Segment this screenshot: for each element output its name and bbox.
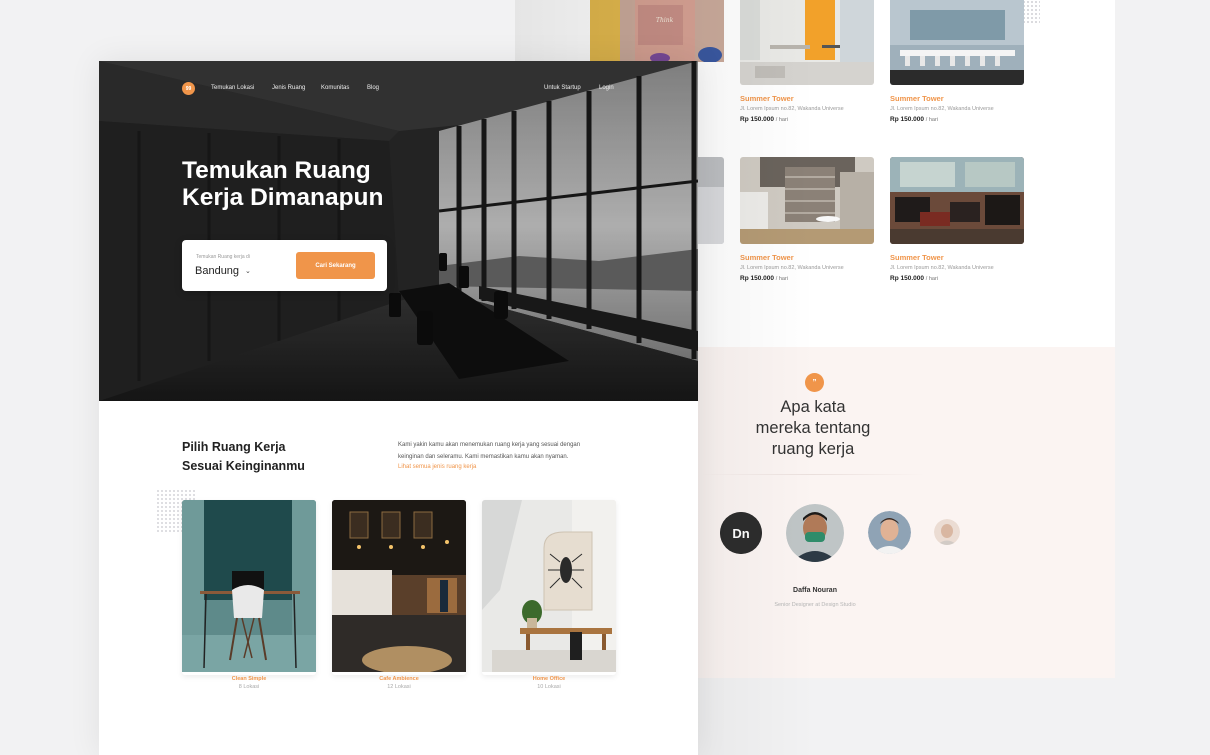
- testimonial-name: Daffa Nouran: [793, 587, 837, 594]
- svg-text:Think: Think: [656, 17, 674, 24]
- section-description-line: Kami yakin kamu akan menemukan ruang ker…: [398, 442, 581, 448]
- testimonial-heading-line: Apa kata: [780, 398, 846, 416]
- hero-background-image: [99, 61, 698, 401]
- avatar[interactable]: [934, 519, 960, 545]
- listing-image: [890, 0, 1024, 85]
- listing-price-unit: / hari: [775, 117, 789, 123]
- listing-title[interactable]: Summer Tower: [890, 253, 1024, 262]
- listing-address: Jl. Lorem Ipsum no.82, Wakanda Universe: [890, 106, 994, 112]
- section-title-line: Sesuai Keinginanmu: [182, 459, 305, 473]
- nav-link-temukan-lokasi[interactable]: Temukan Lokasi: [211, 85, 254, 91]
- listing-image: [740, 157, 874, 244]
- logo[interactable]: 99: [182, 82, 195, 95]
- listing-card[interactable]: Summer Tower Jl. Lorem Ipsum no.82, Waka…: [740, 157, 874, 282]
- hero-title-line: Temukan Ruang: [182, 157, 371, 184]
- listing-price-unit: / hari: [775, 276, 789, 282]
- category-image: [482, 500, 616, 672]
- nav-link-login[interactable]: Login: [599, 85, 614, 91]
- testimonial-heading-line: mereka tentang: [755, 419, 871, 437]
- listing-price-unit: / hari: [925, 117, 939, 123]
- listing-price-unit: / hari: [925, 276, 939, 282]
- avatar-active[interactable]: [786, 504, 844, 562]
- nav-link-jenis-ruang[interactable]: Jenis Ruang: [272, 85, 305, 91]
- listing-price: Rp 150.000 / hari: [740, 116, 874, 123]
- category-count: 8 Lokasi: [238, 684, 260, 690]
- search-label: Temukan Ruang kerja di: [196, 254, 250, 260]
- listing-card[interactable]: Summer Tower Jl. Lorem Ipsum no.82, Waka…: [740, 0, 874, 123]
- category-name[interactable]: Cafe Ambience: [332, 676, 466, 682]
- partial-listing-image-mid: [698, 157, 724, 244]
- listing-price-value: Rp 150.000: [890, 275, 924, 282]
- testimonial-heading: Apa kata mereka tentang ruang kerja: [720, 397, 906, 460]
- nav-link-untuk-startup[interactable]: Untuk Startup: [544, 85, 581, 91]
- hero-title-line: Kerja Dimanapun: [182, 184, 384, 211]
- front-mockup-page: 99 Temukan Lokasi Jenis Ruang Komunitas …: [99, 61, 698, 755]
- search-button[interactable]: Cari Sekarang: [296, 252, 375, 279]
- listing-price: Rp 150.000 / hari: [740, 275, 874, 282]
- partial-listing-image-top: Think: [590, 0, 724, 62]
- listing-title[interactable]: Summer Tower: [740, 94, 874, 103]
- category-name[interactable]: Clean Simple: [182, 676, 316, 682]
- section-title: Pilih Ruang Kerja Sesuai Keinginanmu: [182, 438, 352, 476]
- listing-price-value: Rp 150.000: [740, 116, 774, 123]
- section-description: Kami yakin kamu akan menemukan ruang ker…: [398, 439, 613, 463]
- location-select[interactable]: Bandung ⌄: [195, 265, 251, 277]
- category-card-clean-simple[interactable]: [182, 500, 316, 675]
- category-count: 12 Lokasi: [387, 684, 411, 690]
- category-image: [182, 500, 316, 672]
- testimonial-role: Senior Designer at Design Studio: [774, 602, 856, 608]
- listing-address: Jl. Lorem Ipsum no.82, Wakanda Universe: [890, 265, 994, 271]
- testimonial-heading-line: ruang kerja: [771, 440, 855, 458]
- avatar[interactable]: [868, 511, 911, 554]
- category-card-cafe-ambience[interactable]: [332, 500, 466, 675]
- listing-image: [890, 157, 1024, 244]
- listing-price-value: Rp 150.000: [890, 116, 924, 123]
- listing-price: Rp 150.000 / hari: [890, 116, 1024, 123]
- listing-card[interactable]: Summer Tower Jl. Lorem Ipsum no.82, Waka…: [890, 157, 1024, 282]
- see-all-link[interactable]: Lihat semua jenis ruang kerja: [398, 464, 476, 470]
- section-description-line: keinginan dan seleramu. Kami memastikan …: [398, 454, 569, 460]
- hero-section: 99 Temukan Lokasi Jenis Ruang Komunitas …: [99, 61, 698, 401]
- category-card-home-office[interactable]: [482, 500, 616, 675]
- category-name[interactable]: Home Office: [482, 676, 616, 682]
- listing-address: Jl. Lorem Ipsum no.82, Wakanda Universe: [740, 265, 844, 271]
- category-count: 10 Lokasi: [537, 684, 561, 690]
- search-box: Temukan Ruang kerja di Bandung ⌄ Cari Se…: [182, 240, 387, 291]
- decorative-dot-grid: [1022, 0, 1040, 24]
- listing-address: Jl. Lorem Ipsum no.82, Wakanda Universe: [740, 106, 844, 112]
- listing-card[interactable]: Summer Tower Jl. Lorem Ipsum no.82, Waka…: [890, 0, 1024, 123]
- chevron-down-icon: ⌄: [245, 268, 251, 275]
- nav-link-blog[interactable]: Blog: [367, 85, 379, 91]
- divider: [700, 474, 925, 475]
- listing-title[interactable]: Summer Tower: [740, 253, 874, 262]
- category-image: [332, 500, 466, 672]
- listing-image: [740, 0, 874, 85]
- avatar-logo[interactable]: Dn: [720, 512, 762, 554]
- avatar-logo-text: Dn: [732, 526, 749, 541]
- listing-price: Rp 150.000 / hari: [890, 275, 1024, 282]
- section-title-line: Pilih Ruang Kerja: [182, 440, 286, 454]
- location-select-value: Bandung: [195, 265, 240, 277]
- nav-link-komunitas[interactable]: Komunitas: [321, 85, 349, 91]
- quote-icon: ”: [805, 373, 824, 392]
- hero-title: Temukan Ruang Kerja Dimanapun: [182, 157, 442, 211]
- listing-title[interactable]: Summer Tower: [890, 94, 1024, 103]
- listing-price-value: Rp 150.000: [740, 275, 774, 282]
